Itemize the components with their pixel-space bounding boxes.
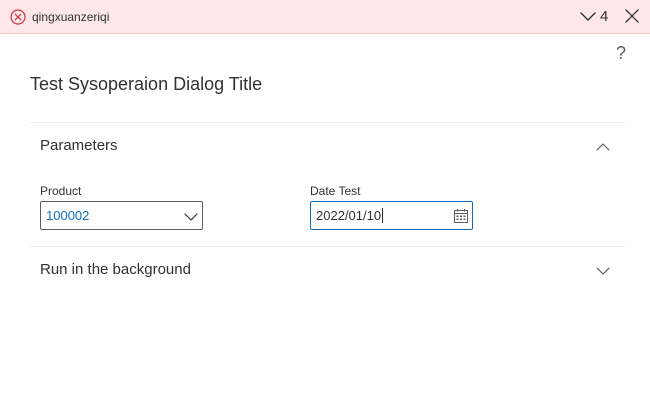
help-icon[interactable]: ? bbox=[616, 43, 626, 63]
calendar-icon[interactable] bbox=[453, 208, 469, 224]
date-test-label: Date Test bbox=[310, 184, 361, 198]
chevron-up-icon bbox=[596, 143, 610, 151]
product-value: 100002 bbox=[46, 208, 90, 223]
chevron-down-icon[interactable] bbox=[578, 7, 598, 27]
text-caret bbox=[382, 208, 384, 223]
chevron-down-icon bbox=[596, 267, 610, 275]
chevron-down-icon[interactable] bbox=[184, 210, 198, 224]
close-icon[interactable] bbox=[623, 7, 641, 25]
date-test-value: 2022/01/10 bbox=[316, 208, 382, 223]
section-divider bbox=[30, 122, 625, 123]
background-section-title: Run in the background bbox=[40, 261, 191, 278]
product-label: Product bbox=[40, 184, 82, 198]
date-test-input[interactable]: 2022/01/10 bbox=[310, 201, 473, 230]
error-message: qingxuanzeriqi bbox=[32, 10, 110, 24]
background-section-header[interactable]: Run in the background bbox=[30, 255, 625, 285]
error-circle-icon bbox=[10, 9, 26, 25]
dialog: qingxuanzeriqi 4 ? Test Sysoperaion Dial… bbox=[0, 0, 650, 402]
dialog-title: Test Sysoperaion Dialog Title bbox=[30, 74, 263, 94]
message-count: 4 bbox=[600, 8, 609, 25]
product-dropdown[interactable]: 100002 bbox=[40, 201, 203, 230]
parameters-section-header[interactable]: Parameters bbox=[30, 131, 625, 161]
error-banner: qingxuanzeriqi 4 bbox=[0, 0, 650, 34]
parameters-section-title: Parameters bbox=[40, 137, 118, 154]
section-divider bbox=[30, 246, 625, 247]
